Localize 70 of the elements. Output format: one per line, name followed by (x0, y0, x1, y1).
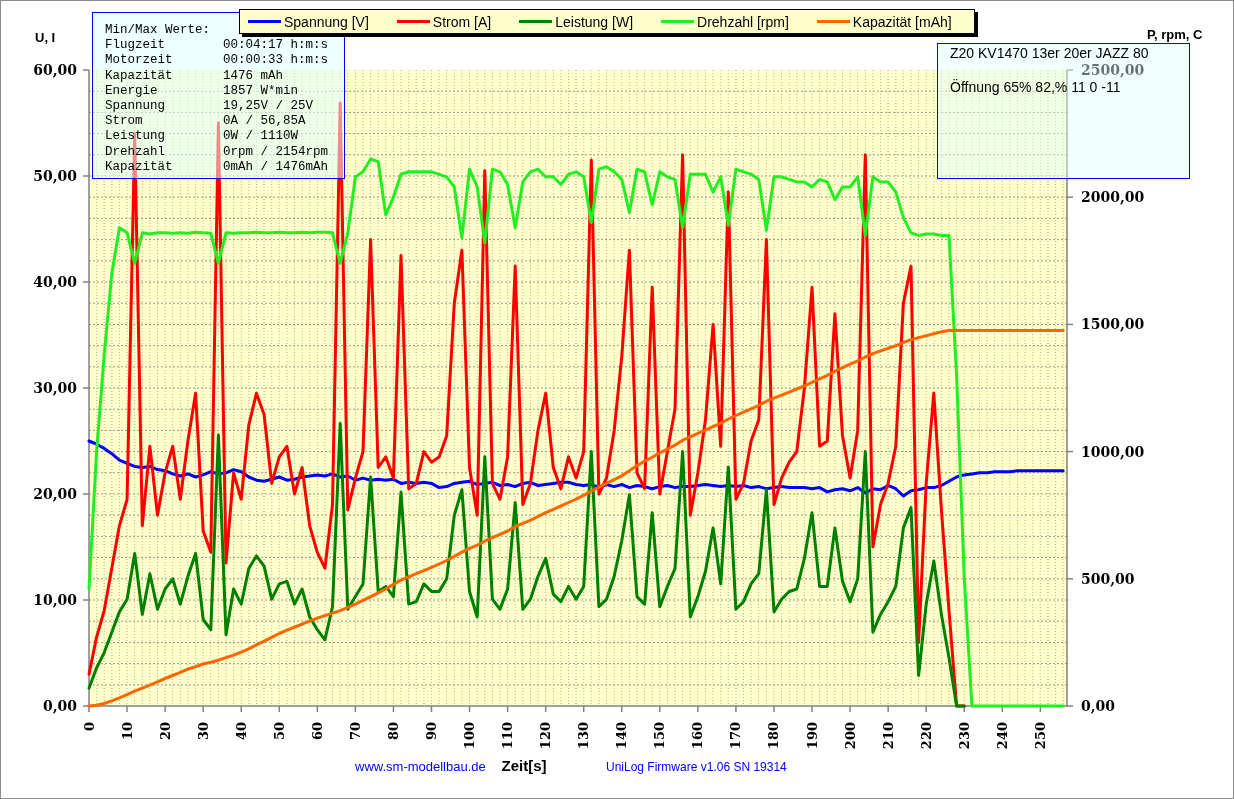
note-text: Öffnung 65% 82,% 11 0 -11 (950, 79, 1121, 95)
axis-tick-label: 220 (918, 722, 934, 750)
stats-value: 1857 W*min (223, 83, 298, 99)
axis-tick-label: 210 (880, 722, 896, 750)
axis-tick-label: 170 (728, 722, 744, 750)
axis-tick-label: 60 (309, 722, 325, 741)
stats-label: Kapazität (105, 159, 174, 176)
axis-tick-label: 180 (766, 722, 782, 750)
axis-tick-label: 2500,00 (1081, 62, 1145, 78)
axis-tick-label: 250 (1032, 722, 1048, 750)
stats-label: Drehzahl (105, 144, 166, 160)
axis-tick-label: 10,00 (33, 592, 77, 608)
axis-title: Zeit[s] (501, 757, 547, 774)
axis-tick-label: 0,00 (1081, 698, 1116, 714)
axis-tick-label: 190 (804, 722, 820, 750)
axis-tick-label: 80 (385, 722, 401, 741)
axis-tick-label: 0 (81, 722, 97, 732)
stats-value: 0W / 1110W (223, 129, 298, 145)
axis-tick-label: 230 (956, 722, 972, 750)
stats-value: 1476 mAh (223, 68, 283, 84)
axis-tick-label: 130 (576, 722, 592, 750)
axis-tick-label: 40 (233, 722, 249, 741)
axis-tick-label: 60,00 (33, 62, 77, 78)
legend-label: Spannung [V] (284, 13, 369, 30)
axis-tick-label: 0,00 (42, 698, 77, 714)
axis-tick-label: 20 (157, 722, 173, 741)
stats-value: 00:00:33 h:m:s (223, 53, 329, 69)
axis-title: P, rpm, C (1147, 27, 1203, 42)
axis-title: U, I (35, 30, 56, 45)
axis-tick-label: 1500,00 (1081, 316, 1145, 333)
axis-tick-label: 240 (994, 722, 1010, 750)
axis-tick-label: 30 (195, 722, 211, 741)
stats-label: Energie (105, 83, 159, 99)
stats-value: 19,25V / 25V (223, 99, 313, 115)
stats-value: 0A / 56,85A (223, 114, 306, 130)
axis-tick-label: 50 (271, 722, 287, 741)
stats-title: Min/Max Werte: (105, 23, 211, 39)
axis-tick-label: 500,00 (1081, 570, 1135, 587)
legend-label: Leistung [W] (555, 13, 634, 30)
stats-label: Motorzeit (105, 53, 174, 69)
note-text: Z20 KV1470 13er 20er JAZZ 80 (950, 45, 1149, 61)
axis-tick-label: 40,00 (33, 274, 77, 290)
stats-label: Flugzeit (105, 38, 166, 54)
stats-value: 00:04:17 h:m:s (223, 38, 329, 54)
axis-tick-label: 20,00 (33, 486, 77, 502)
axis-tick-label: 2000,00 (1081, 189, 1145, 206)
axis-tick-label: 30,00 (33, 380, 77, 396)
stats-label: Kapazität (105, 68, 174, 84)
axis-tick-label: 50,00 (33, 168, 77, 184)
axis-tick-label: 1000,00 (1081, 443, 1145, 460)
axis-tick-label: 120 (538, 722, 554, 750)
axis-tick-label: 100 (462, 722, 478, 750)
firmware-text: UniLog Firmware v1.06 SN 19314 (606, 760, 787, 774)
legend-label: Strom [A] (432, 13, 492, 30)
legend-label: Kapazität [mAh] (852, 13, 952, 30)
legend-label: Drehzahl [rpm] (697, 13, 789, 30)
axis-tick-label: 150 (652, 722, 668, 750)
stats-value: 0rpm / 2154rpm (223, 144, 329, 160)
axis-tick-label: 200 (842, 722, 858, 750)
axis-tick-label: 70 (347, 722, 363, 741)
axis-tick-label: 160 (690, 722, 706, 750)
axis-tick-label: 140 (614, 722, 630, 750)
axis-tick-label: 90 (424, 722, 439, 741)
stats-label: Strom (105, 114, 144, 130)
stats-value: 0mAh / 1476mAh (223, 159, 329, 176)
stats-label: Leistung (105, 129, 166, 145)
stats-label: Spannung (105, 99, 166, 115)
website-text: www.sm-modellbau.de (355, 759, 486, 774)
axis-tick-label: 10 (119, 722, 135, 741)
axis-tick-label: 110 (500, 722, 516, 750)
